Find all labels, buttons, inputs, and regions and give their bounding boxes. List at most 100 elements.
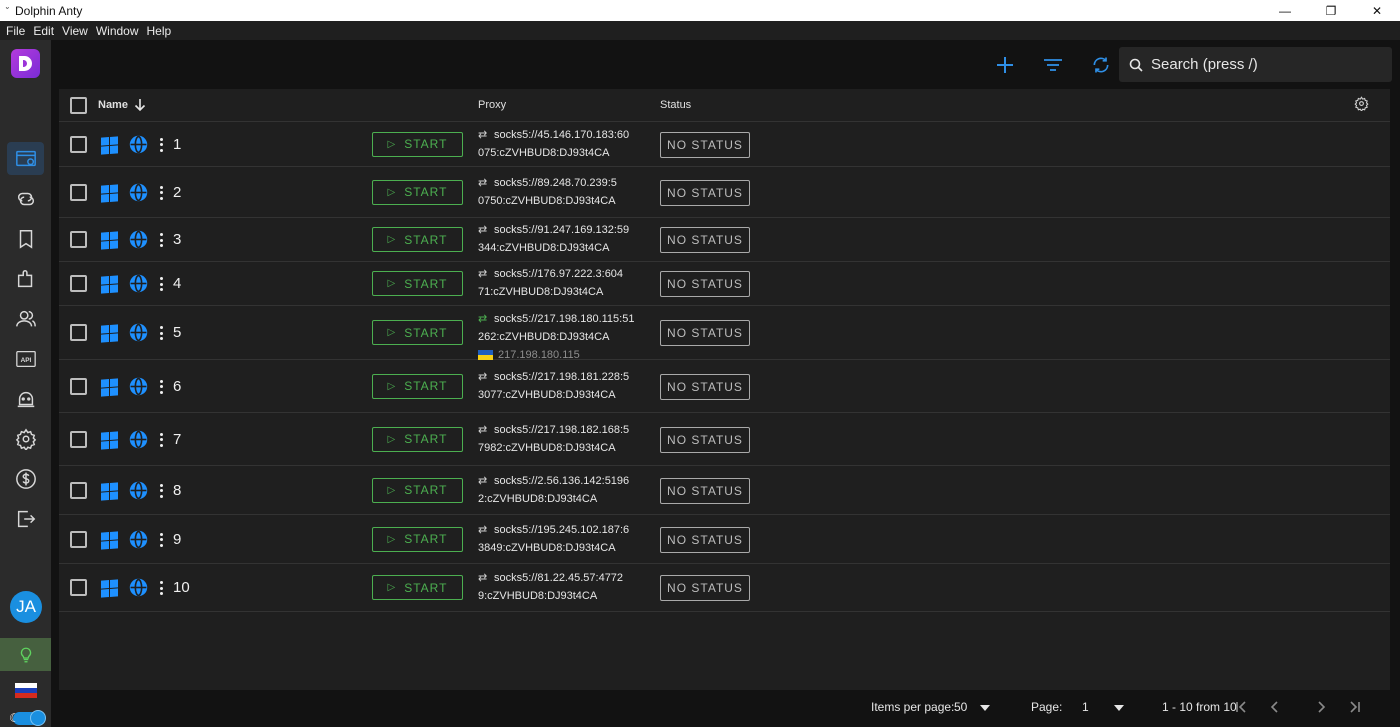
proxy-cell: ⇄ socks5://217.198.181.228:5 3077:cZVHBUD…: [478, 368, 643, 404]
status-badge[interactable]: NO STATUS: [660, 373, 750, 400]
tips-button[interactable]: [0, 638, 51, 671]
profile-name[interactable]: 6: [173, 378, 181, 395]
sidebar-item-users[interactable]: [7, 302, 44, 335]
row-menu-button[interactable]: [158, 185, 164, 200]
status-badge[interactable]: NO STATUS: [660, 227, 750, 253]
status-badge[interactable]: NO STATUS: [660, 320, 750, 346]
start-button[interactable]: ▷ START: [372, 179, 463, 205]
start-label: START: [404, 580, 448, 595]
theme-toggle[interactable]: ☾: [9, 710, 46, 726]
sidebar-item-api[interactable]: API: [7, 342, 44, 375]
profile-name[interactable]: 8: [173, 482, 181, 499]
language-flag-icon[interactable]: [15, 683, 37, 698]
start-button[interactable]: ▷ START: [372, 575, 463, 600]
row-menu-button[interactable]: [158, 532, 164, 547]
last-page-button[interactable]: [1343, 697, 1365, 717]
menu-window[interactable]: Window: [96, 24, 139, 38]
profile-name[interactable]: 10: [173, 579, 190, 596]
sidebar-item-browser-profiles[interactable]: [7, 142, 44, 175]
page-dropdown-icon[interactable]: [1114, 705, 1124, 711]
avatar[interactable]: JA: [10, 591, 42, 623]
search-input[interactable]: [1151, 56, 1371, 73]
select-all-checkbox[interactable]: [70, 97, 87, 114]
row-checkbox[interactable]: [70, 324, 87, 341]
row-menu-button[interactable]: [158, 277, 164, 291]
window-controls: — ❐ ✕: [1262, 0, 1400, 21]
sidebar-item-proxies[interactable]: [7, 182, 44, 215]
add-profile-button[interactable]: [981, 53, 1029, 77]
minimize-button[interactable]: —: [1262, 0, 1308, 21]
previous-page-button[interactable]: [1264, 697, 1286, 717]
profile-name[interactable]: 7: [173, 431, 181, 448]
profile-name[interactable]: 9: [173, 531, 181, 548]
play-icon: ▷: [387, 484, 397, 496]
globe-icon: [129, 323, 148, 342]
status-badge[interactable]: NO STATUS: [660, 131, 750, 158]
start-button[interactable]: ▷ START: [372, 271, 463, 296]
table-row: 5 ▷ START ⇄ socks5://217.198.180.115:51 26…: [59, 306, 1390, 361]
row-checkbox[interactable]: [70, 183, 87, 201]
start-button[interactable]: ▷ START: [372, 477, 463, 503]
start-button[interactable]: ▷ START: [372, 426, 463, 452]
row-checkbox[interactable]: [70, 377, 87, 395]
status-badge[interactable]: NO STATUS: [660, 526, 750, 553]
row-menu-button[interactable]: [158, 379, 164, 394]
profile-name[interactable]: 2: [173, 184, 181, 201]
sidebar-item-logout[interactable]: [7, 502, 44, 535]
row-menu-button[interactable]: [158, 432, 164, 447]
refresh-button[interactable]: [1077, 53, 1125, 77]
profile-name[interactable]: 5: [173, 324, 181, 341]
row-menu-button[interactable]: [158, 326, 164, 340]
svg-text:API: API: [20, 356, 31, 363]
status-badge[interactable]: NO STATUS: [660, 271, 750, 297]
menu-view[interactable]: View: [62, 24, 88, 38]
row-checkbox[interactable]: [70, 275, 87, 292]
play-icon: ▷: [387, 138, 397, 150]
status-badge[interactable]: NO STATUS: [660, 179, 750, 206]
next-page-button[interactable]: [1310, 697, 1332, 717]
sidebar-item-settings[interactable]: [7, 422, 44, 455]
sidebar-item-billing[interactable]: [7, 462, 44, 495]
start-button[interactable]: ▷ START: [372, 131, 463, 157]
menu-help[interactable]: Help: [147, 24, 172, 38]
page-select[interactable]: 1: [1082, 700, 1089, 714]
proxy-address-line1: socks5://81.22.45.57:4772: [494, 572, 624, 584]
table-settings-gear-icon[interactable]: [1354, 96, 1369, 111]
swap-arrows-icon: ⇄: [478, 572, 488, 584]
row-checkbox[interactable]: [70, 135, 87, 153]
row-menu-button[interactable]: [158, 233, 164, 247]
start-button[interactable]: ▷ START: [372, 526, 463, 552]
profile-name[interactable]: 3: [173, 231, 181, 248]
row-menu-button[interactable]: [158, 137, 164, 152]
start-button[interactable]: ▷ START: [372, 320, 463, 345]
sidebar-item-bookmarks[interactable]: [7, 222, 44, 255]
status-badge[interactable]: NO STATUS: [660, 575, 750, 601]
items-per-page-dropdown-icon[interactable]: [980, 705, 990, 711]
menu-edit[interactable]: Edit: [33, 24, 54, 38]
profile-name[interactable]: 1: [173, 136, 181, 153]
sort-arrow-down-icon[interactable]: [134, 98, 146, 112]
sidebar-item-extensions[interactable]: [7, 262, 44, 295]
row-menu-button[interactable]: [158, 581, 164, 595]
filter-button[interactable]: [1029, 53, 1077, 77]
status-badge[interactable]: NO STATUS: [660, 477, 750, 504]
close-button[interactable]: ✕: [1354, 0, 1400, 21]
row-checkbox[interactable]: [70, 579, 87, 596]
maximize-button[interactable]: ❐: [1308, 0, 1354, 21]
row-checkbox[interactable]: [70, 430, 87, 448]
profile-name[interactable]: 4: [173, 275, 181, 292]
row-checkbox[interactable]: [70, 530, 87, 548]
menu-file[interactable]: File: [6, 24, 25, 38]
dolphin-logo[interactable]: [11, 49, 40, 78]
column-header-name[interactable]: Name: [98, 99, 128, 111]
row-checkbox[interactable]: [70, 481, 87, 499]
first-page-button[interactable]: [1231, 697, 1253, 717]
start-button[interactable]: ▷ START: [372, 227, 463, 252]
status-badge[interactable]: NO STATUS: [660, 426, 750, 453]
row-menu-button[interactable]: [158, 483, 164, 498]
row-checkbox[interactable]: [70, 231, 87, 248]
items-per-page-select[interactable]: 50: [954, 700, 967, 714]
windows-icon: [101, 324, 118, 343]
sidebar-item-automation[interactable]: [7, 382, 44, 415]
start-button[interactable]: ▷ START: [372, 373, 463, 399]
